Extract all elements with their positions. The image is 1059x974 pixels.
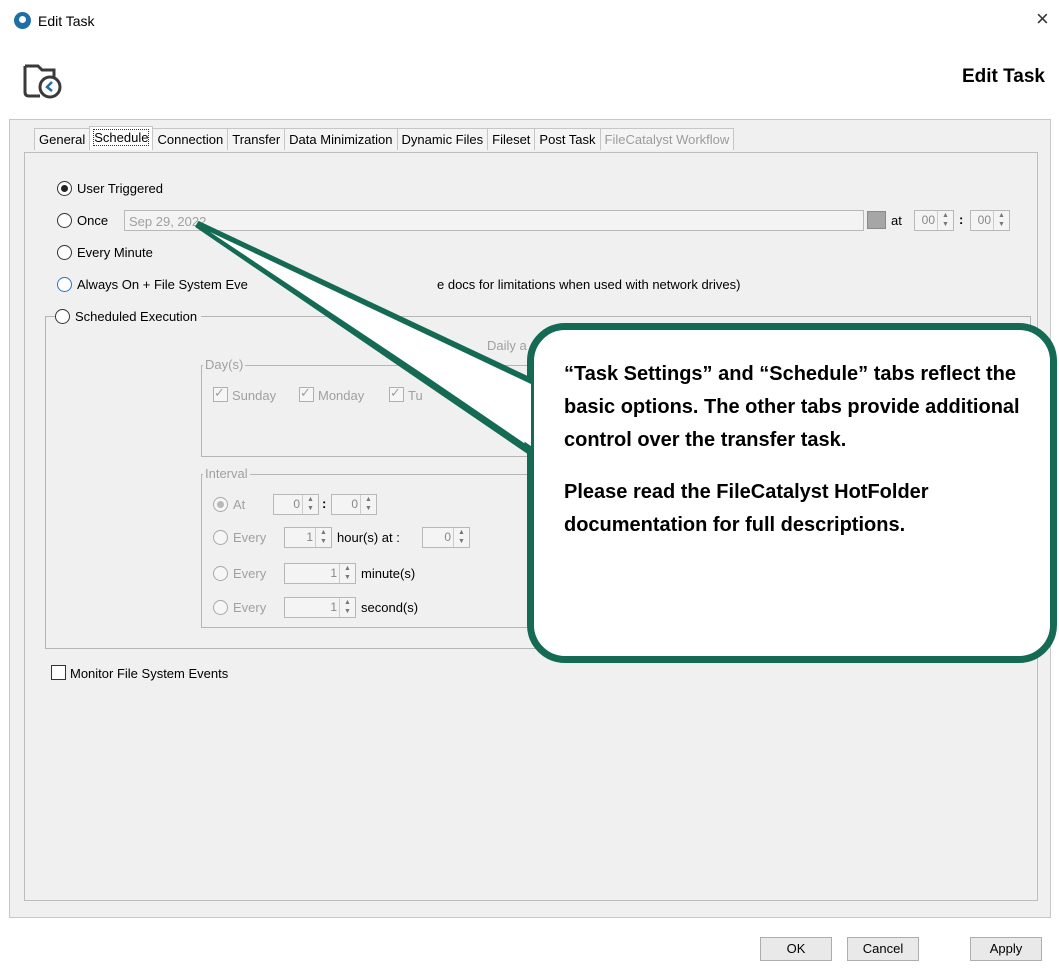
callout-paragraph-1: “Task Settings” and “Schedule” tabs refl…	[564, 363, 1020, 451]
callout-text: “Task Settings” and “Schedule” tabs refl…	[564, 358, 1044, 561]
callout-paragraph-2: Please read the FileCatalyst HotFolder d…	[564, 481, 929, 536]
